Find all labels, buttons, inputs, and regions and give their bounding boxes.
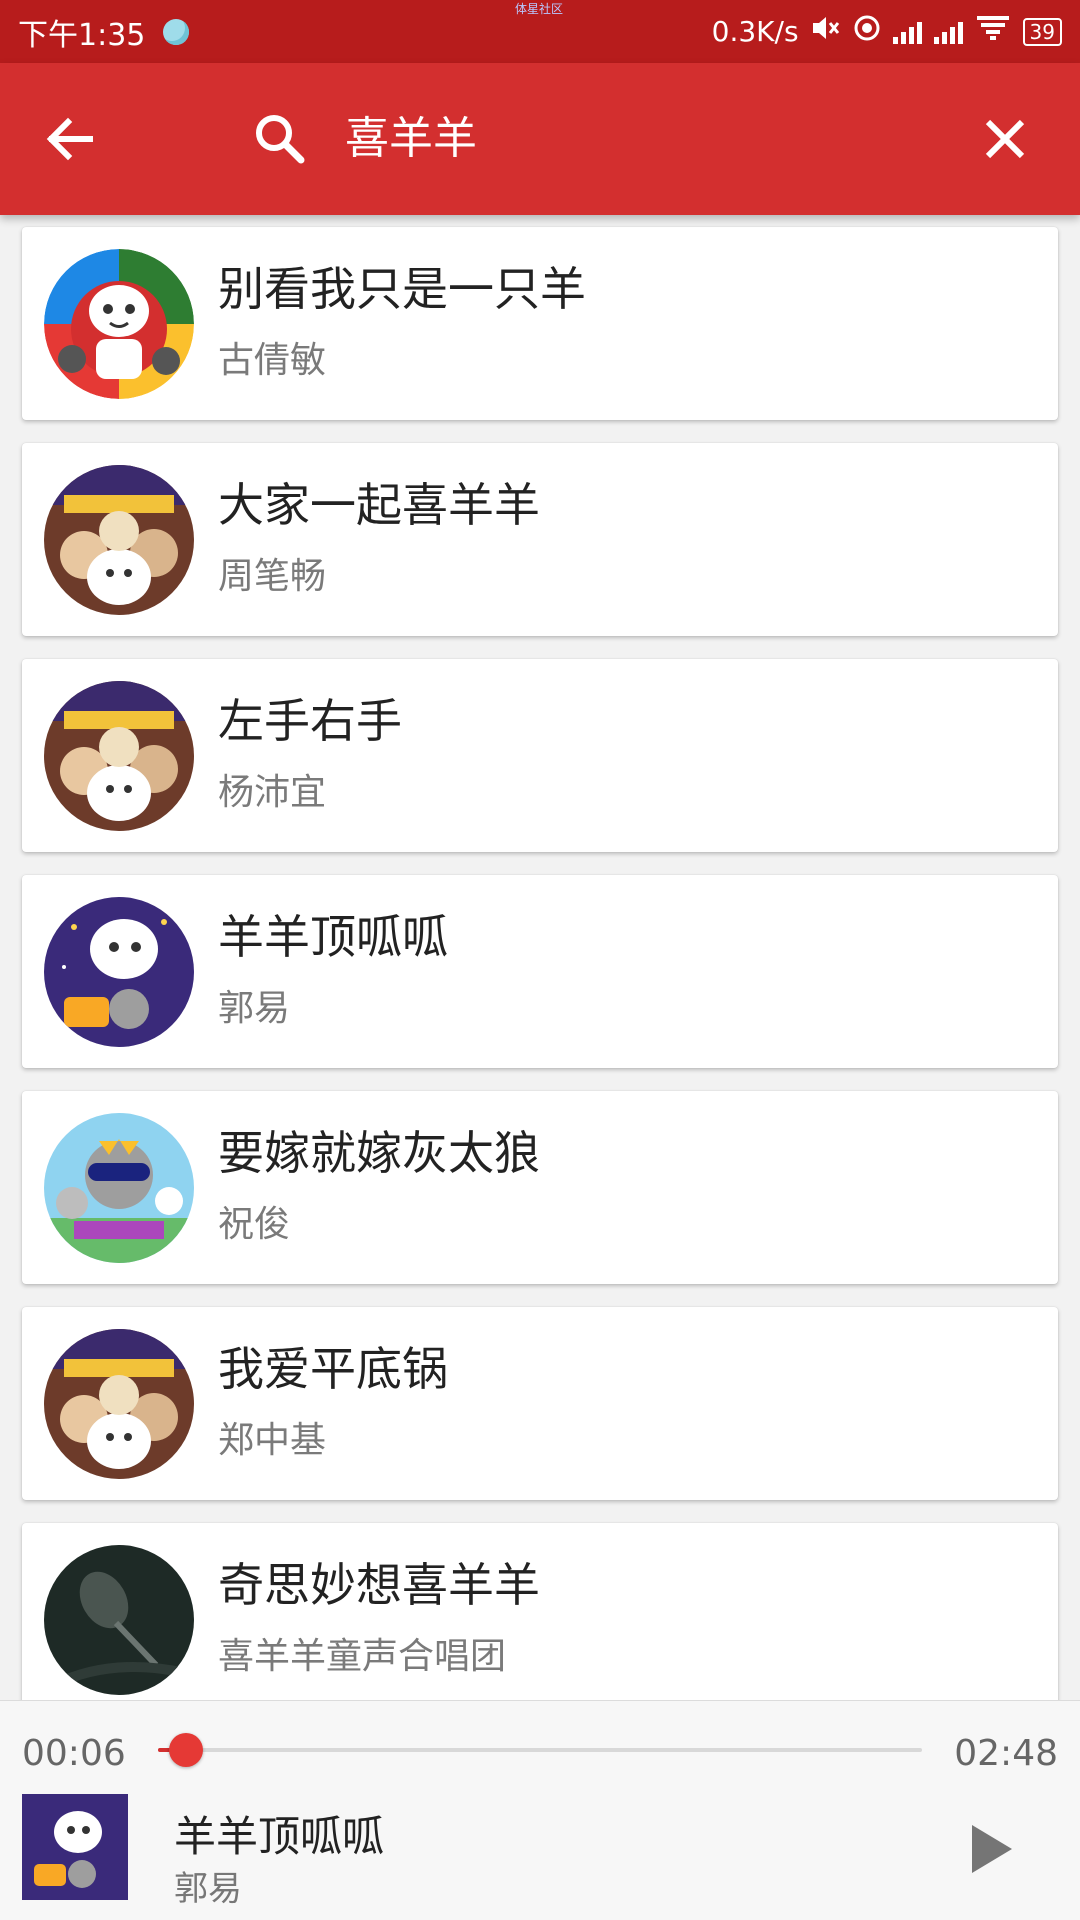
- target-icon: [853, 14, 881, 49]
- status-time: 下午1:35: [18, 17, 146, 53]
- current-time: 00:06: [22, 1733, 126, 1774]
- song-artist: 喜羊羊童声合唱团: [218, 1636, 507, 1677]
- song-title: 我爱平底锅: [218, 1342, 448, 1396]
- album-cover: [44, 1545, 194, 1695]
- clear-search-button[interactable]: [975, 109, 1035, 169]
- song-artist: 郭易: [218, 988, 291, 1029]
- album-cover: [44, 465, 194, 615]
- now-playing-cover[interactable]: [22, 1794, 128, 1900]
- status-center-text: 体星社区: [515, 2, 564, 16]
- search-results-screen: 下午1:35 体星社区 0.3K/s 39 喜羊羊 别看我只是一只羊 古倩敏 大…: [0, 0, 1080, 1920]
- song-artist: 祝俊: [218, 1204, 291, 1245]
- list-item[interactable]: 奇思妙想喜羊羊 喜羊羊童声合唱团: [22, 1523, 1058, 1700]
- song-artist: 周笔畅: [218, 556, 327, 597]
- progress-thumb[interactable]: [168, 1733, 203, 1767]
- search-input[interactable]: 喜羊羊: [345, 103, 945, 175]
- battery-icon: 39: [1022, 17, 1062, 46]
- song-title: 要嫁就嫁灰太狼: [218, 1126, 540, 1180]
- album-cover: [44, 249, 194, 399]
- signal-icon-2: [933, 20, 963, 44]
- list-item[interactable]: 我爱平底锅 郑中基: [22, 1307, 1058, 1500]
- mute-icon: [811, 14, 841, 49]
- song-title: 别看我只是一只羊: [218, 262, 586, 316]
- list-item[interactable]: 要嫁就嫁灰太狼 祝俊: [22, 1091, 1058, 1284]
- list-item[interactable]: 左手右手 杨沛宜: [22, 659, 1058, 852]
- song-title: 左手右手: [218, 694, 402, 748]
- song-title: 羊羊顶呱呱: [218, 910, 448, 964]
- album-cover: [44, 1329, 194, 1479]
- now-playing-title: 羊羊顶呱呱: [174, 1812, 385, 1861]
- now-playing-artist: 郭易: [174, 1869, 242, 1909]
- song-title: 大家一起喜羊羊: [218, 478, 540, 532]
- song-artist: 郑中基: [218, 1420, 327, 1461]
- play-icon: [972, 1825, 1012, 1873]
- song-artist: 古倩敏: [218, 340, 327, 381]
- album-cover: [44, 1113, 194, 1263]
- progress-slider[interactable]: [158, 1733, 922, 1767]
- status-indicators: 0.3K/s 39: [712, 14, 1062, 49]
- list-item[interactable]: 羊羊顶呱呱 郭易: [22, 875, 1058, 1068]
- list-item[interactable]: 大家一起喜羊羊 周笔畅: [22, 443, 1058, 636]
- signal-icon: [892, 20, 922, 44]
- search-results-list[interactable]: 别看我只是一只羊 古倩敏 大家一起喜羊羊 周笔畅 左手右手 杨沛宜 羊羊顶呱呱 …: [0, 215, 1080, 1700]
- close-icon: [985, 119, 1025, 159]
- search-toolbar: 喜羊羊: [0, 63, 1080, 215]
- net-speed: 0.3K/s: [711, 15, 799, 48]
- search-icon: [250, 109, 310, 169]
- notification-icon: [163, 18, 190, 45]
- total-time: 02:48: [954, 1733, 1058, 1774]
- song-artist: 杨沛宜: [218, 772, 327, 813]
- arrow-left-icon: [46, 117, 93, 161]
- back-button[interactable]: [40, 109, 112, 169]
- status-bar: 下午1:35 体星社区 0.3K/s 39: [0, 0, 1080, 63]
- song-title: 奇思妙想喜羊羊: [218, 1558, 540, 1612]
- album-cover: [44, 681, 194, 831]
- wifi-icon: [975, 15, 1011, 48]
- list-item[interactable]: 别看我只是一只羊 古倩敏: [22, 227, 1058, 420]
- play-button[interactable]: [958, 1817, 1022, 1881]
- album-cover: [44, 897, 194, 1047]
- mini-player: 00:06 02:48 羊羊顶呱呱 郭易: [0, 1700, 1080, 1920]
